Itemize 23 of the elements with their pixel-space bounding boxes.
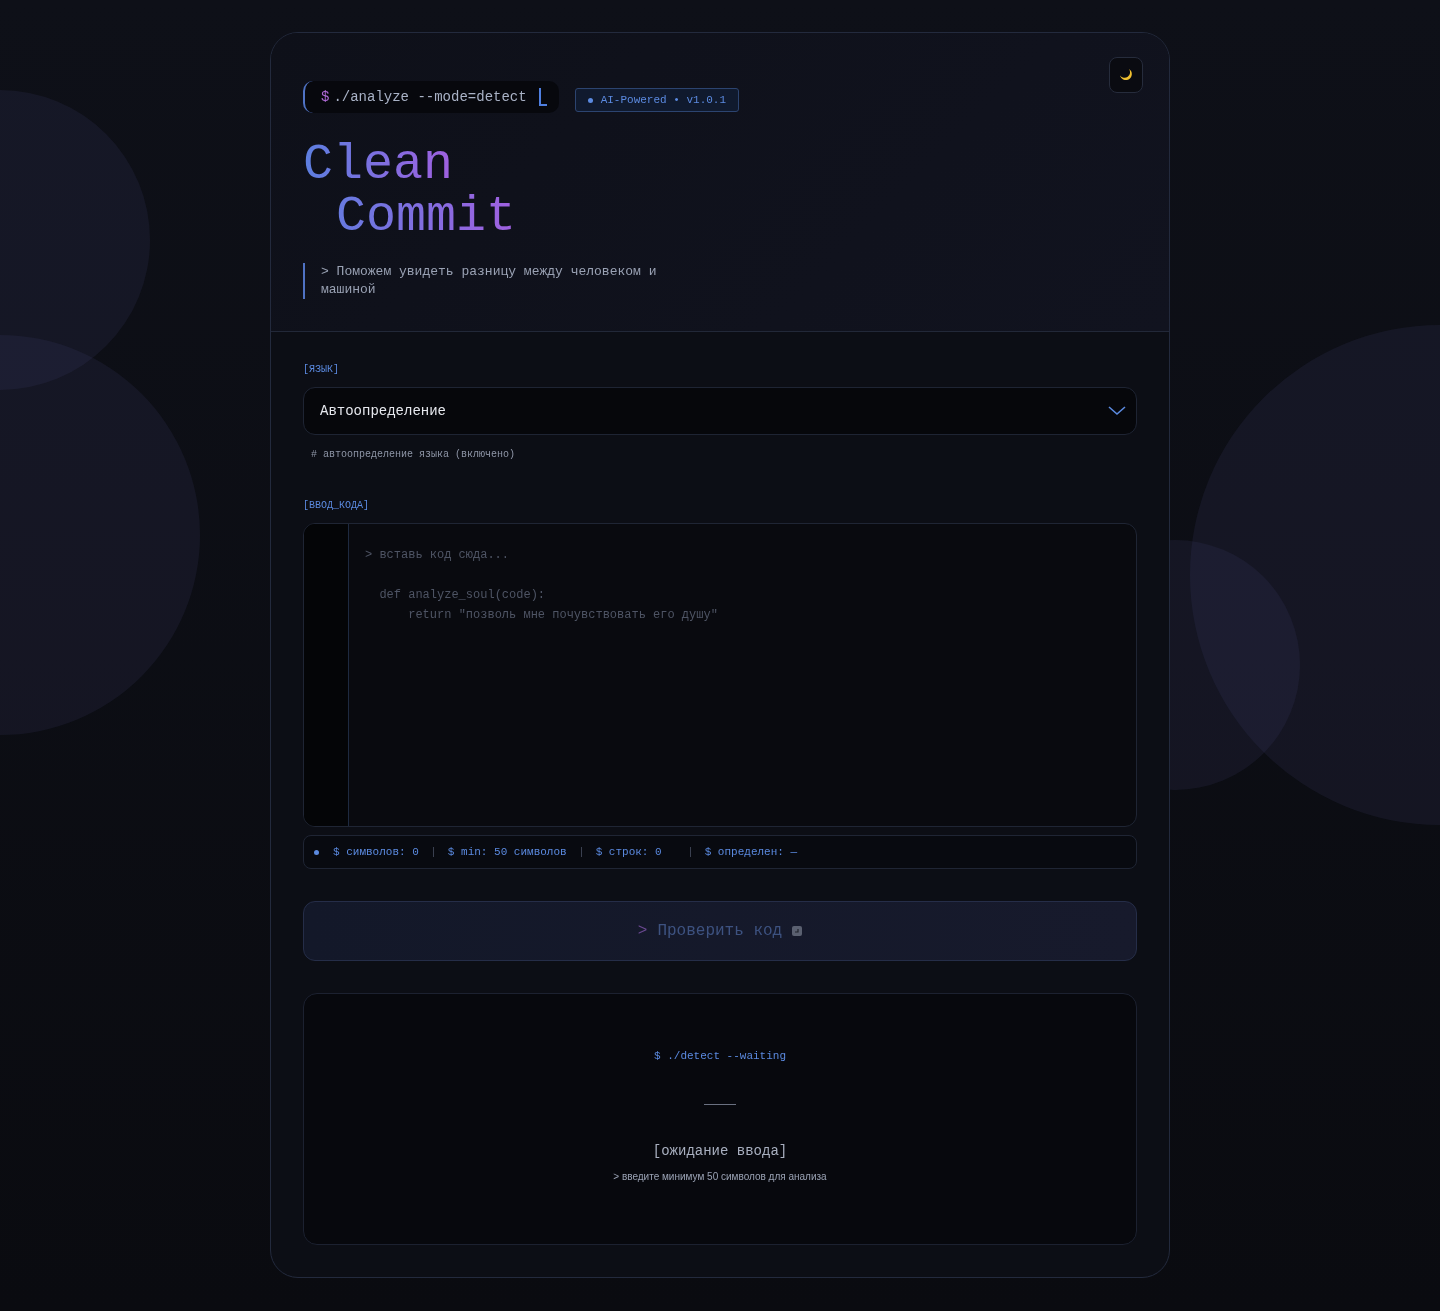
stat-text: $ строк: 0 (595, 846, 662, 858)
cursor-icon (538, 88, 547, 106)
stat-text: $ определен: — (704, 846, 798, 858)
return-key-icon (792, 926, 803, 936)
command-text: ./analyze --mode=detect (333, 89, 527, 105)
dash-icon (704, 1104, 736, 1105)
stat-text: $ min: 50 символов (447, 846, 567, 858)
theme-toggle-button[interactable] (1109, 57, 1143, 93)
dot-icon (587, 97, 593, 103)
chevron-down-icon (1108, 406, 1126, 416)
dot-icon (314, 849, 319, 855)
result-command: $ ./detect --waiting (654, 1050, 786, 1062)
result-title: [ожидание ввода] (652, 1143, 788, 1159)
stat-text: $ символов: 0 (333, 846, 419, 858)
language-hint: # автоопределение языка (включено) (311, 449, 517, 460)
badge-text: AI-Powered • v1.0.1 (600, 94, 727, 106)
subtitle: > Поможем увидеть разницу между человеком и машиной (303, 263, 701, 299)
field-label: [ВВОД_КОДА] (303, 500, 370, 511)
result-hint: > введите минимум 50 символов для анализа (613, 1171, 827, 1182)
field-label: [ЯЗЫК] (303, 364, 340, 375)
moon-icon (1118, 67, 1134, 83)
prompt-sign: $ (321, 89, 330, 105)
language-select[interactable]: Автоопределение (303, 387, 1137, 435)
